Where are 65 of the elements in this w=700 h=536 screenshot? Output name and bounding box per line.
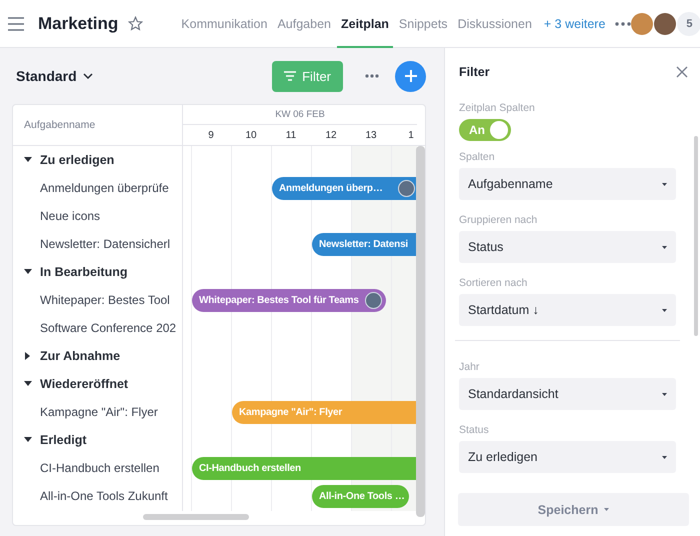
select-field[interactable]: Status [459, 231, 676, 263]
scrollbar[interactable] [143, 514, 249, 520]
filter-icon [284, 71, 296, 81]
caret-down-icon[interactable] [24, 436, 32, 444]
select-field[interactable]: Zu erledigen [459, 441, 676, 473]
task-name[interactable]: Newsletter: Datensicherl [40, 237, 170, 251]
group-name: Zu erledigen [40, 153, 114, 167]
caret-icon [662, 456, 667, 458]
task-name[interactable]: Neue icons [40, 209, 100, 223]
task-name[interactable]: Whitepaper: Bestes Tool [40, 293, 170, 307]
more-icon[interactable] [365, 74, 379, 78]
task-name[interactable]: Software Conference 202 [40, 321, 176, 335]
view-dropdown[interactable]: Standard [12, 68, 97, 84]
close-icon[interactable] [676, 66, 688, 78]
day-label: 9 [207, 128, 215, 142]
star-icon[interactable] [128, 16, 144, 31]
task-name[interactable]: Anmeldungen überprüfe [40, 181, 169, 195]
panel-title: Filter [459, 65, 490, 79]
member-count[interactable]: 5 [677, 12, 700, 36]
scrollbar[interactable] [694, 136, 698, 336]
caret-icon [662, 308, 667, 312]
field-label: Sortieren nach [459, 277, 528, 289]
more-tabs-link[interactable]: + 3 weitere [544, 16, 606, 30]
group-name: Zur Abnahme [40, 349, 120, 363]
group-name: Erledigt [40, 433, 87, 447]
task-name[interactable]: Kampagne "Air": Flyer [40, 405, 158, 419]
select-field[interactable]: Standardansicht [459, 378, 676, 410]
scrollbar[interactable] [416, 146, 425, 517]
field-label: Status [459, 424, 490, 436]
day-label: 10 [244, 128, 258, 142]
field-label: Jahr [459, 361, 480, 373]
select-field[interactable]: Startdatum ↓ [459, 294, 676, 326]
menu-icon[interactable] [8, 16, 24, 30]
caret-down-icon[interactable] [24, 156, 32, 164]
caret-icon [662, 182, 667, 186]
caret-icon [662, 392, 667, 396]
avatar[interactable] [631, 12, 654, 34]
group-name: Wiedereröffnet [40, 377, 128, 391]
task-name[interactable]: CI-Handbuch erstellen [40, 461, 160, 475]
field-label: Spalten [459, 151, 496, 163]
chevron-down-icon [82, 73, 93, 79]
caret-icon [604, 508, 610, 511]
caret-down-icon[interactable] [24, 268, 32, 276]
week-label: KW 06 FEB [275, 109, 325, 120]
select-field[interactable]: Aufgabenname [459, 168, 676, 200]
day-label: 11 [284, 128, 298, 142]
task-bar[interactable]: Newsletter: Datensi [312, 233, 417, 256]
caret-down-icon[interactable] [24, 380, 32, 388]
plus-icon [404, 70, 416, 82]
task-bar[interactable]: Anmeldungen überp… [272, 177, 417, 200]
day-label: 1 [407, 128, 415, 142]
day-label: 12 [324, 128, 338, 142]
more-icon[interactable] [615, 22, 632, 26]
task-name[interactable]: All-in-One Tools Zukunft [40, 489, 168, 503]
field-label: Gruppieren nach [459, 214, 538, 226]
group-name: In Bearbeitung [40, 265, 128, 279]
column-header: Aufgabenname [24, 119, 96, 131]
caret-right-icon[interactable] [24, 352, 32, 360]
day-label: 13 [364, 128, 378, 142]
avatar[interactable] [654, 12, 676, 34]
caret-icon [662, 246, 667, 248]
task-bar[interactable]: Whitepaper: Bestes Tool für Teams [192, 289, 386, 312]
project-title: Marketing [38, 14, 118, 34]
field-label: Zeitplan Spalten [459, 102, 536, 114]
add-button[interactable] [395, 60, 426, 92]
